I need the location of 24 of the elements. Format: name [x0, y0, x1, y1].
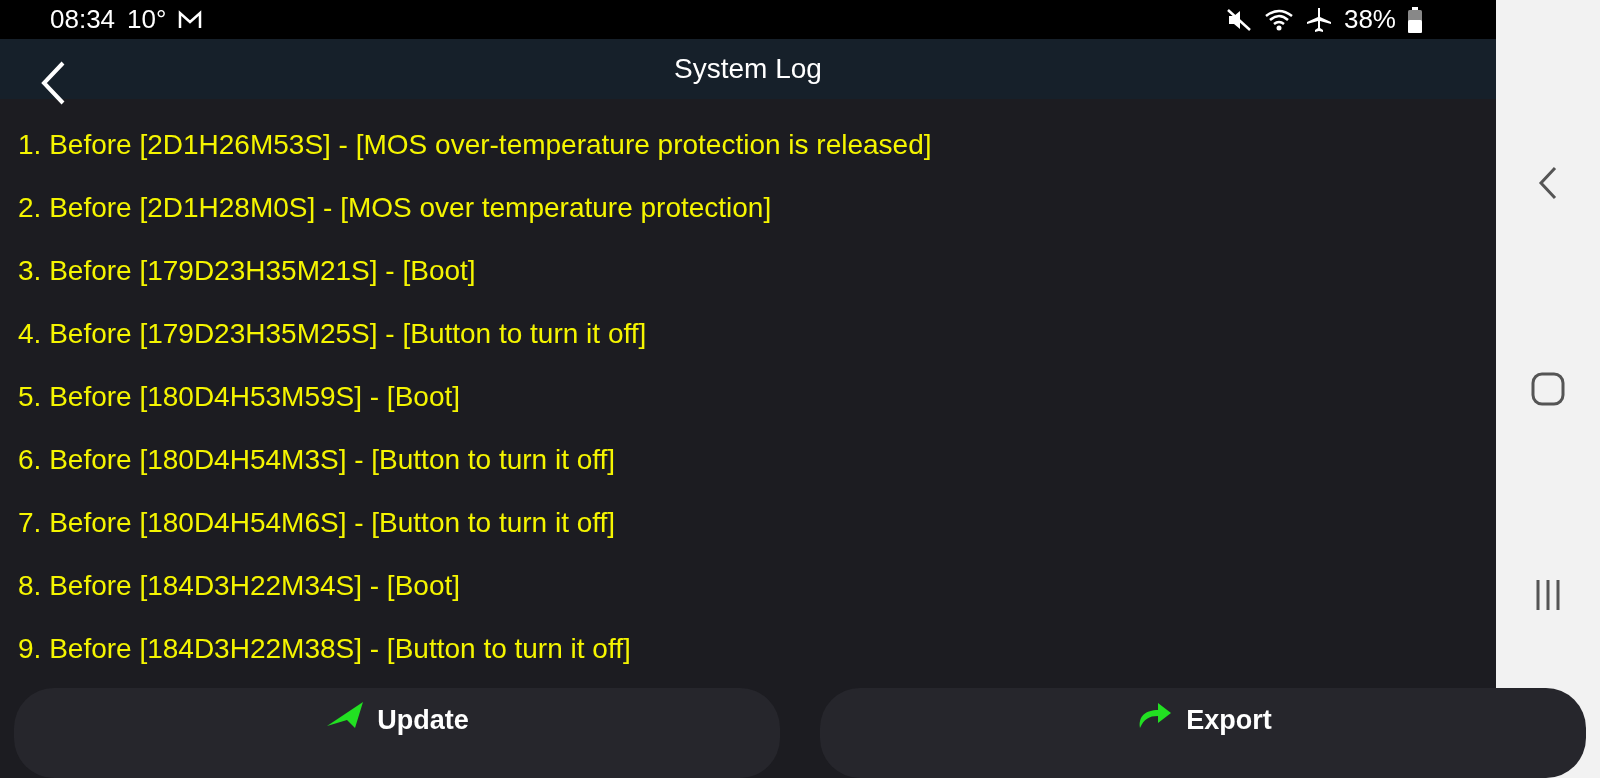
status-temperature: 10° [127, 3, 167, 36]
send-icon [325, 700, 366, 730]
battery-icon [1408, 6, 1422, 33]
battery-percent: 38% [1343, 3, 1396, 36]
log-entry: 4. Before [179D23H35M25S] - [Button to turn it off] [17, 316, 648, 351]
log-entry: 8. Before [184D3H22M34S] - [Boot] [17, 568, 462, 603]
log-entry: 2. Before [2D1H28M0S] - [MOS over temperature protection] [17, 190, 773, 225]
log-entry: 7. Before [180D4H54M6S] - [Button to turn it off] [17, 505, 617, 540]
airplane-icon [1305, 6, 1332, 33]
update-button[interactable]: Update [14, 688, 780, 778]
back-icon[interactable] [1538, 166, 1558, 200]
log-entry: 6. Before [180D4H54M3S] - [Button to turn it off] [17, 442, 617, 477]
mail-icon [178, 9, 203, 30]
log-entry: 1. Before [2D1H26M53S] - [MOS over-temperature protection is released] [17, 127, 933, 162]
log-entry: 9. Before [184D3H22M38S] - [Button to turn it off] [17, 631, 632, 666]
wifi-icon [1263, 7, 1294, 32]
status-time: 08:34 [50, 3, 116, 36]
mute-icon [1225, 7, 1252, 32]
home-icon[interactable] [1531, 372, 1565, 406]
export-button[interactable]: Export [820, 688, 1586, 778]
page-title: System Log [674, 52, 822, 86]
back-icon [40, 61, 66, 105]
log-entry: 5. Before [180D4H53M59S] - [Boot] [17, 379, 462, 414]
log-entry: 3. Before [179D23H35M21S] - [Boot] [17, 253, 477, 288]
